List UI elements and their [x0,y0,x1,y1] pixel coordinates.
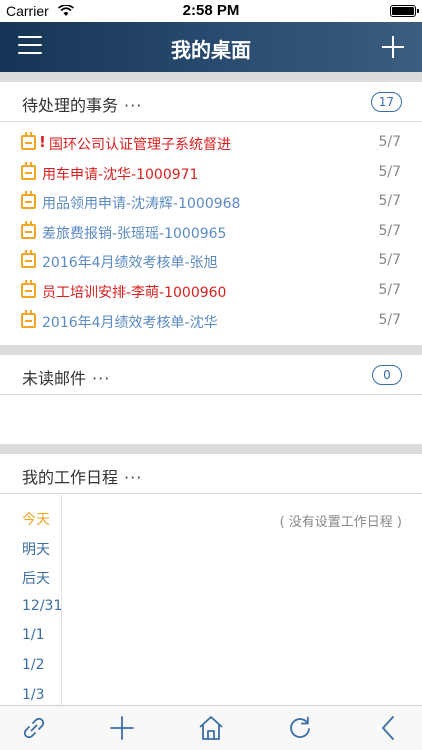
section-divider [0,72,422,82]
todo-item-title: 用品领用申请-沈涛辉-1000968 [42,196,241,213]
todo-item-date: 5/7 [378,193,401,210]
day-item[interactable]: 1/2 [0,643,61,673]
todo-item-title: 员工培训安排-李萌-1000960 [42,284,227,301]
page-title: 我的桌面 [171,38,251,62]
calendar-icon [21,279,36,298]
todo-item-date: 5/7 [378,281,401,298]
schedule-section-title: 我的工作日程 ··· [22,468,143,487]
calendar-icon [21,132,36,150]
day-item-today[interactable]: 今天 [0,495,61,528]
plus-icon[interactable] [108,714,136,742]
todo-item-title: 国环公司认证管理子系统督进 [49,137,231,153]
todo-item[interactable]: 2016年4月绩效考核单-张旭 5/7 [0,246,422,276]
todo-item[interactable]: 2016年4月绩效考核单-沈华 5/7 [0,306,422,336]
todo-item[interactable]: 员工培训安排-李萌-1000960 5/7 [0,276,422,306]
todo-list: ! 国环公司认证管理子系统督进 5/7 用车申请-沈华-1000971 5/7 … [0,128,422,335]
section-divider [0,444,422,454]
day-item[interactable]: 1/3 [0,673,61,703]
todo-section-title: 待处理的事务 ··· [22,96,143,115]
clock: 2:58 PM [182,2,240,19]
calendar-icon [21,309,36,328]
todo-item-date: 5/7 [378,252,401,269]
day-item[interactable]: 后天 [0,554,61,587]
mail-section-title: 未读邮件 ··· [22,369,111,388]
more-icon[interactable]: ··· [124,468,142,487]
day-item[interactable]: 12/31 [0,584,62,614]
todo-item[interactable]: 用品领用申请-沈涛辉-1000968 5/7 [0,187,422,217]
todo-item-title: 用车申请-沈华-1000971 [42,166,199,183]
calendar-icon [21,161,36,180]
schedule-section-header[interactable]: 我的工作日程 ··· [0,454,422,494]
bottom-toolbar [0,705,422,750]
status-bar: Carrier 2:58 PM [0,0,422,22]
schedule-area: 今天 明天 后天 12/31 1/1 1/2 1/3 ( 没有设置工作日程 ) [0,495,422,705]
mail-section-header[interactable]: 未读邮件 ··· 0 [0,355,422,395]
home-icon[interactable] [197,714,225,742]
todo-item-date: 5/7 [378,134,401,150]
day-item[interactable]: 1/1 [0,613,61,643]
todo-section-header[interactable]: 待处理的事务 ··· 17 [0,82,422,122]
day-item[interactable]: 明天 [0,525,61,558]
mail-count-badge: 0 [372,365,402,385]
refresh-icon[interactable] [286,714,314,742]
todo-item-date: 5/7 [378,163,401,180]
nav-bar: 我的桌面 [0,22,422,72]
calendar-icon [21,191,36,210]
todo-item-title: 差旅费报销-张瑶瑶-1000965 [42,225,227,242]
todo-item[interactable]: 差旅费报销-张瑶瑶-1000965 5/7 [0,217,422,247]
calendar-icon [21,220,36,239]
todo-item-title: 2016年4月绩效考核单-张旭 [42,255,218,272]
todo-item[interactable]: 用车申请-沈华-1000971 5/7 [0,158,422,188]
section-divider [0,345,422,355]
more-icon[interactable]: ··· [92,369,110,388]
day-list: 今天 明天 后天 12/31 1/1 1/2 1/3 [0,495,62,705]
todo-item-date: 5/7 [378,222,401,239]
todo-item-title: 2016年4月绩效考核单-沈华 [42,314,218,331]
battery-icon [390,5,419,17]
link-icon[interactable] [20,714,48,742]
plus-icon[interactable] [382,36,404,58]
mail-list [0,395,422,444]
more-icon[interactable]: ··· [124,96,142,115]
todo-count-badge: 17 [370,92,402,112]
urgent-icon: ! [39,133,46,151]
no-schedule-text: ( 没有设置工作日程 ) [279,515,402,530]
todo-item[interactable]: ! 国环公司认证管理子系统督进 5/7 [0,128,422,158]
todo-item-date: 5/7 [378,311,401,328]
calendar-icon [21,250,36,269]
back-icon[interactable] [374,714,402,742]
